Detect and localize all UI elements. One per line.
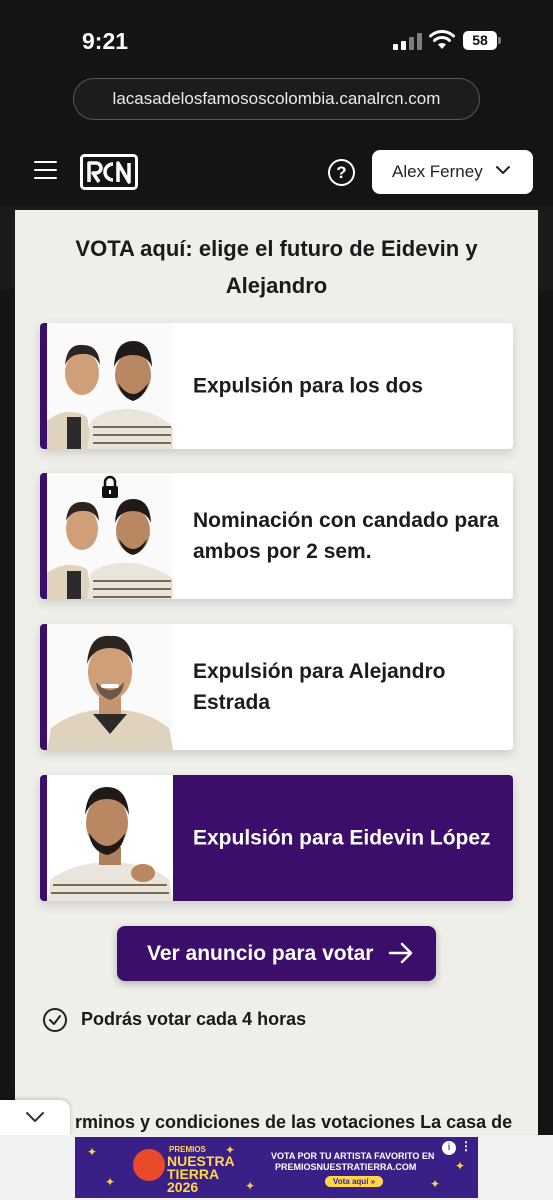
option-photo xyxy=(47,323,173,449)
vote-option-expel-both[interactable]: Expulsión para los dos xyxy=(40,323,513,449)
collapse-ad-button[interactable] xyxy=(0,1100,70,1136)
ad-bar: ✦ ✦ ✦ ✦ ✦ ✦ PREMIOS NUESTRA TIERRA 2026 … xyxy=(0,1135,553,1200)
status-bar: 9:21 58 xyxy=(0,0,553,72)
ad-info-icon[interactable]: i xyxy=(442,1141,456,1155)
hamburger-menu-icon[interactable] xyxy=(34,161,57,179)
url-bar[interactable]: lacasadelosfamososcolombia.canalrcn.com xyxy=(73,78,480,120)
padlock-icon xyxy=(102,475,118,498)
terms-link[interactable]: rminos y condiciones de las votaciones L… xyxy=(75,1112,512,1133)
note-text: Podrás votar cada 4 horas xyxy=(81,1009,307,1029)
user-menu-button[interactable]: Alex Ferney xyxy=(372,150,533,194)
ad-more-icon[interactable]: ⋮ xyxy=(460,1139,472,1153)
watch-ad-to-vote-button[interactable]: Ver anuncio para votar xyxy=(117,926,436,981)
ad-banner[interactable]: ✦ ✦ ✦ ✦ ✦ ✦ PREMIOS NUESTRA TIERRA 2026 … xyxy=(75,1137,478,1198)
cta-label: Ver anuncio para votar xyxy=(147,942,374,965)
help-icon[interactable]: ? xyxy=(328,159,355,186)
option-label: Expulsión para Alejandro Estrada xyxy=(193,660,446,714)
wifi-icon xyxy=(429,30,455,49)
status-time: 9:21 xyxy=(82,28,129,54)
ad-emblem-icon xyxy=(133,1149,165,1181)
option-photo xyxy=(47,473,173,599)
option-label: Expulsión para Eidevin López xyxy=(193,826,491,850)
vote-option-expel-eidevin[interactable]: Expulsión para Eidevin López xyxy=(40,775,513,901)
ad-line-1: VOTA POR TU ARTISTA FAVORITO EN xyxy=(271,1151,435,1161)
option-label: Expulsión para los dos xyxy=(193,374,423,398)
rcn-logo[interactable] xyxy=(80,154,138,190)
chevron-down-icon xyxy=(496,166,510,174)
chevron-down-icon xyxy=(26,1112,44,1122)
arrow-right-icon xyxy=(388,942,413,964)
vote-title: VOTA aquí: elige el futuro de Eidevin y … xyxy=(75,236,478,298)
user-name: Alex Ferney xyxy=(392,162,483,181)
vote-panel: VOTA aquí: elige el futuro de Eidevin y … xyxy=(15,210,538,1135)
ad-brand: NUESTRA TIERRA 2026 xyxy=(167,1153,235,1195)
battery-indicator: 58 xyxy=(463,31,501,50)
option-photo xyxy=(47,624,173,750)
ad-vote-button[interactable]: Vota aquí » xyxy=(325,1176,384,1187)
vote-option-nominate-lock[interactable]: Nominación con candado para ambos por 2 … xyxy=(40,473,513,599)
check-circle-icon xyxy=(43,1008,67,1032)
option-photo xyxy=(47,775,173,901)
vote-option-expel-alejandro[interactable]: Expulsión para Alejandro Estrada xyxy=(40,624,513,750)
signal-icon xyxy=(393,32,423,50)
option-label: Nominación con candado para ambos por 2 … xyxy=(193,509,499,563)
ad-line-2: PREMIOSNUESTRATIERRA.COM xyxy=(275,1162,417,1172)
site-header: ? Alex Ferney xyxy=(0,135,553,207)
